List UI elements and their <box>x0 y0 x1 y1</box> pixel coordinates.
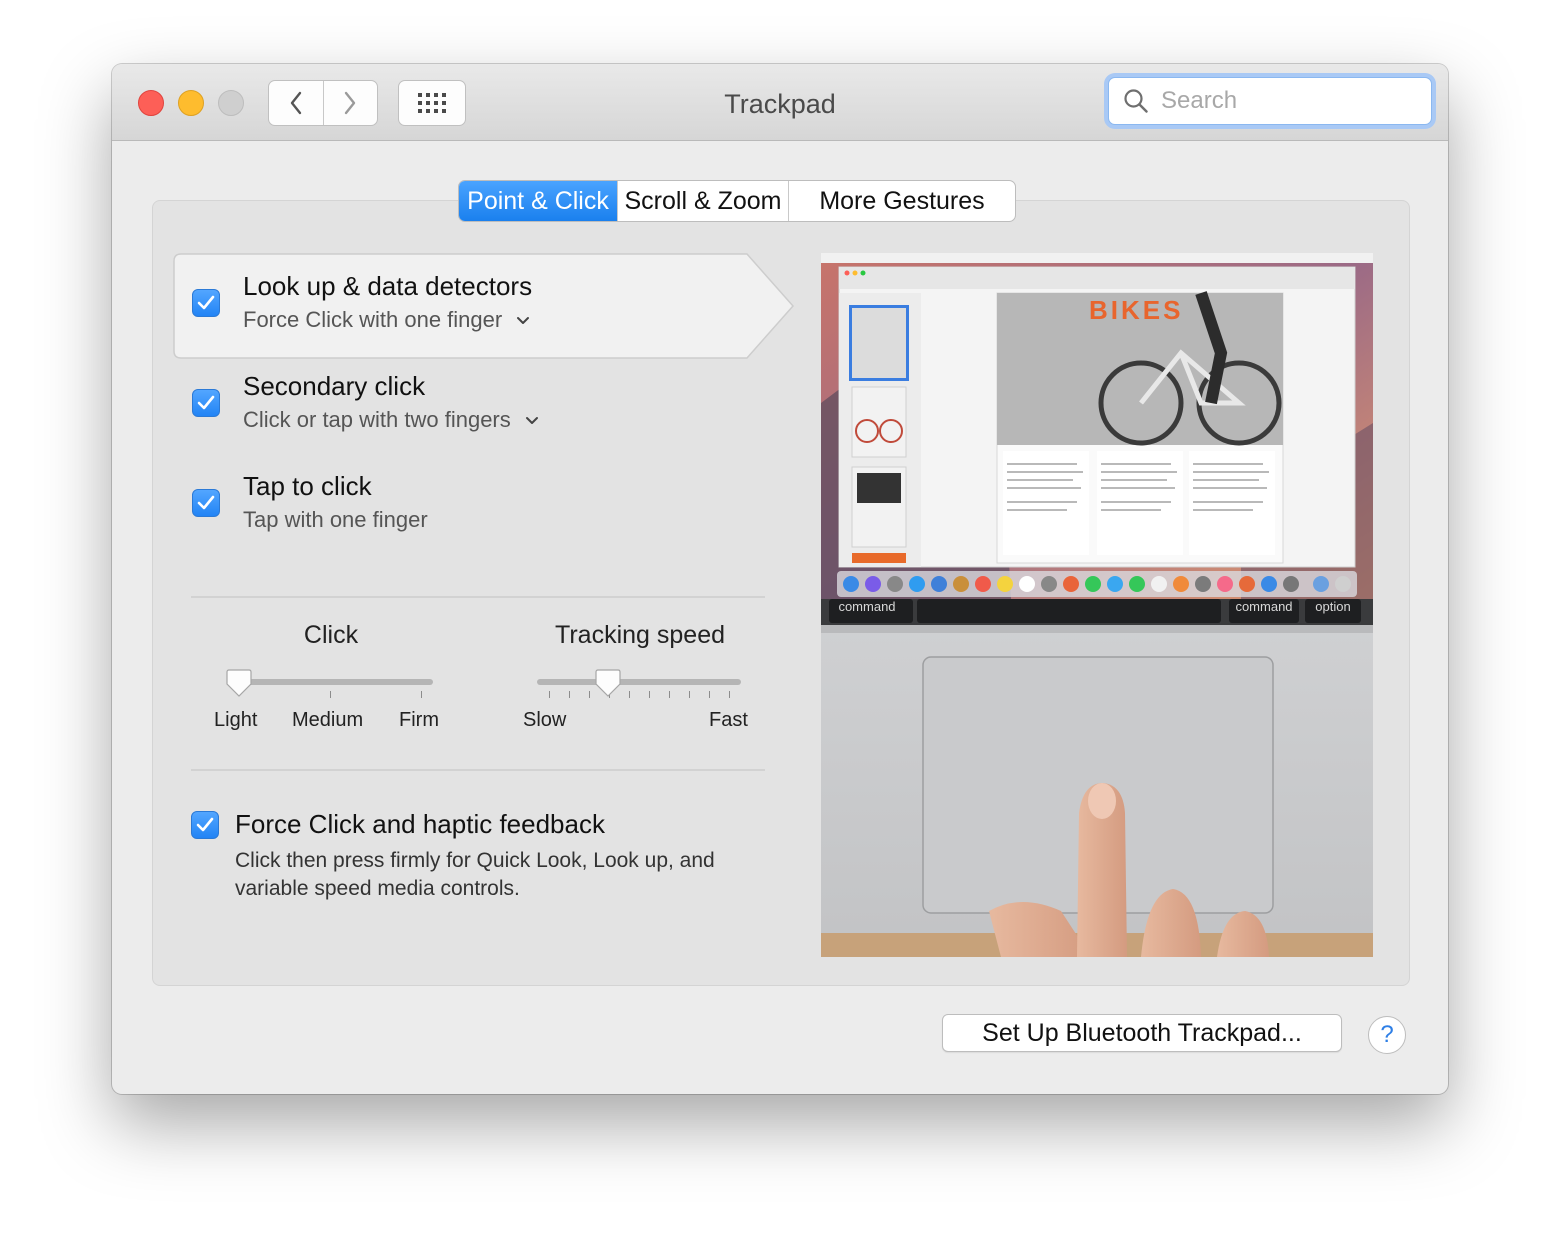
tracking-tick <box>669 691 670 698</box>
search-input[interactable] <box>1159 86 1403 116</box>
tracking-tick <box>589 691 590 698</box>
separator <box>191 596 765 598</box>
option-tap-to-click[interactable]: Tap to click Tap with one finger <box>173 453 793 557</box>
force-click-description: Click then press firmly for Quick Look, … <box>235 849 715 900</box>
key-option: option <box>1315 599 1350 614</box>
gesture-preview: BIKES command command option <box>821 253 1373 957</box>
click-tick-medium-label: Medium <box>292 709 364 731</box>
checkmark-icon <box>197 395 215 410</box>
help-icon: ? <box>1380 1021 1394 1048</box>
force-click-checkbox[interactable] <box>191 811 219 839</box>
chevron-down-icon <box>517 317 530 325</box>
tracking-tick <box>689 691 690 698</box>
separator <box>191 769 765 771</box>
checkmark-icon <box>196 817 214 832</box>
search-icon <box>1124 89 1148 113</box>
key-command-left: command <box>838 599 895 614</box>
click-tick-firm <box>421 691 422 698</box>
click-tick-light-label: Light <box>214 709 258 731</box>
minimize-button[interactable] <box>178 90 204 116</box>
preview-doc-title: BIKES <box>1089 295 1183 325</box>
secondary-click-checkbox[interactable] <box>192 389 220 417</box>
force-click-title: Force Click and haptic feedback <box>235 809 605 839</box>
click-slider-knob[interactable] <box>226 669 252 697</box>
close-button[interactable] <box>138 90 164 116</box>
click-slider-track[interactable] <box>229 679 433 685</box>
lookup-title: Look up & data detectors <box>243 271 533 301</box>
tracking-fast-label: Fast <box>709 709 748 731</box>
secondary-click-subtitle: Click or tap with two fingers <box>243 407 511 432</box>
tracking-speed-label: Tracking speed <box>555 621 725 649</box>
preferences-window: Trackpad Point & Click Scroll & Zoom Mor… <box>112 64 1448 1094</box>
preview-illustration: BIKES command command option <box>821 253 1373 957</box>
navigation-group <box>268 80 378 126</box>
secondary-click-title: Secondary click <box>243 371 426 401</box>
tracking-slider-track[interactable] <box>537 679 741 685</box>
click-slider-label: Click <box>303 621 359 649</box>
tracking-tick <box>569 691 570 698</box>
tracking-slow-label: Slow <box>523 709 567 731</box>
click-tick-firm-label: Firm <box>399 709 439 731</box>
lookup-subtitle: Force Click with one finger <box>243 307 503 332</box>
option-lookup[interactable]: Look up & data detectors Force Click wit… <box>173 253 795 359</box>
lookup-checkbox[interactable] <box>192 289 220 317</box>
tap-to-click-title: Tap to click <box>243 471 372 501</box>
back-chevron-icon <box>290 91 301 115</box>
tab-bar: Point & Click Scroll & Zoom More Gesture… <box>458 180 1016 222</box>
key-command-right: command <box>1235 599 1292 614</box>
back-button[interactable] <box>269 81 323 125</box>
tracking-tick <box>549 691 550 698</box>
tap-to-click-subtitle: Tap with one finger <box>243 507 428 532</box>
content-panel: Look up & data detectors Force Click wit… <box>152 200 1410 986</box>
checkmark-icon <box>197 295 215 310</box>
secondary-click-gesture-menu[interactable]: Click or tap with two fingers <box>243 407 539 433</box>
forward-chevron-icon <box>345 91 356 115</box>
tab-point-click[interactable]: Point & Click <box>459 181 617 221</box>
tracking-tick <box>649 691 650 698</box>
zoom-button <box>218 90 244 116</box>
tracking-slider-knob[interactable] <box>595 669 621 697</box>
forward-button[interactable] <box>322 81 378 125</box>
tracking-tick <box>629 691 630 698</box>
search-field[interactable] <box>1108 77 1432 125</box>
click-tick-medium <box>330 691 331 698</box>
tap-to-click-checkbox[interactable] <box>192 489 220 517</box>
option-secondary-click[interactable]: Secondary click Click or tap with two fi… <box>173 353 793 457</box>
chevron-down-icon <box>525 417 538 425</box>
grid-icon <box>418 93 446 113</box>
title-bar: Trackpad <box>112 64 1448 141</box>
lookup-gesture-menu[interactable]: Force Click with one finger <box>243 307 530 333</box>
help-button[interactable]: ? <box>1368 1016 1406 1054</box>
tab-more-gestures[interactable]: More Gestures <box>788 181 1015 221</box>
checkmark-icon <box>197 495 215 510</box>
tracking-tick <box>729 691 730 698</box>
show-all-button[interactable] <box>398 80 466 126</box>
tracking-tick <box>709 691 710 698</box>
tab-scroll-zoom[interactable]: Scroll & Zoom <box>617 181 788 221</box>
setup-bluetooth-trackpad-button[interactable]: Set Up Bluetooth Trackpad... <box>942 1014 1342 1052</box>
